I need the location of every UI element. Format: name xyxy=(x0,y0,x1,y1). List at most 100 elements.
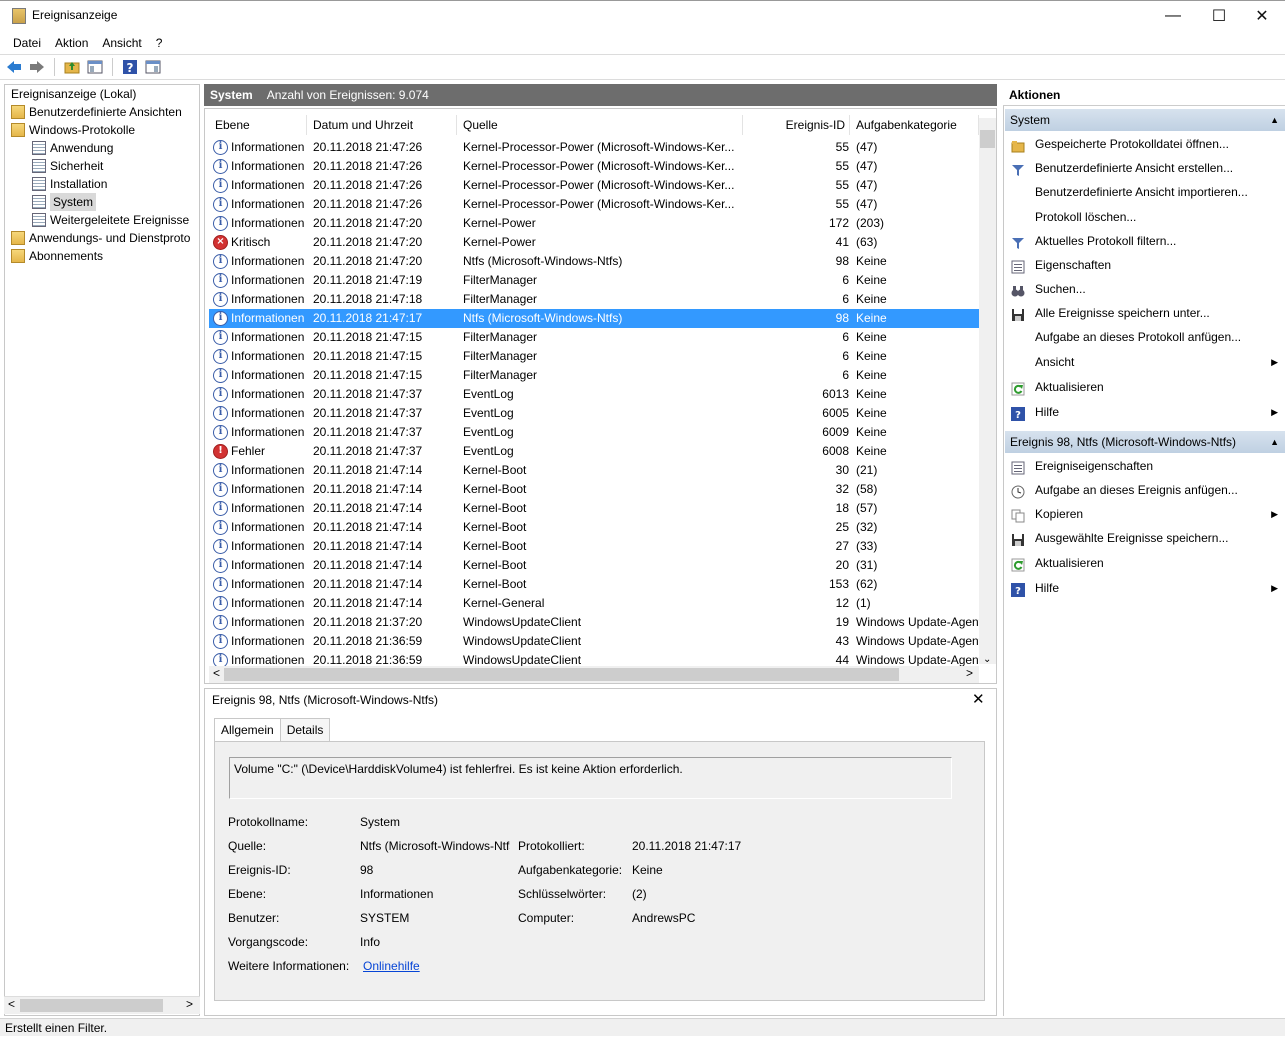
scroll-thumb[interactable] xyxy=(980,130,995,148)
table-row[interactable]: i Informationen 20.11.2018 21:47:14 Kernel-… xyxy=(209,537,979,556)
table-row[interactable]: i Informationen 20.11.2018 21:47:15 FilterM… xyxy=(209,328,979,347)
event-list-vertical-scrollbar[interactable]: ⌄ xyxy=(979,118,996,665)
scroll-left-icon[interactable]: < xyxy=(8,997,15,1011)
action-ereigniseigenschaften[interactable]: Ereigniseigenschaften xyxy=(1005,454,1285,478)
tree-item-root[interactable]: Ereignisanzeige (Lokal) xyxy=(11,85,136,103)
tree-horizontal-scrollbar[interactable]: < > xyxy=(4,996,200,1014)
column-ereignis-id[interactable]: Ereignis-ID xyxy=(743,115,850,135)
close-button[interactable]: ✕ xyxy=(1239,0,1285,32)
table-row[interactable]: i Informationen 20.11.2018 21:36:59 Windows… xyxy=(209,632,979,651)
action-alle-ereignisse-speichern-unter[interactable]: Alle Ereignisse speichern unter... xyxy=(1005,301,1285,325)
tree-item-anwendung[interactable]: Anwendung xyxy=(32,139,113,157)
scroll-thumb[interactable] xyxy=(20,999,163,1012)
table-row[interactable]: i Informationen 20.11.2018 21:47:14 Kernel-… xyxy=(209,480,979,499)
detail-close-icon[interactable]: ✕ xyxy=(972,690,985,708)
column-aufgabenkategorie[interactable]: Aufgabenkategorie xyxy=(850,115,979,135)
table-row[interactable]: i Informationen 20.11.2018 21:47:26 Kernel-… xyxy=(209,195,979,214)
actions-section-event[interactable]: Ereignis 98, Ntfs (Microsoft-Windows-Ntf… xyxy=(1005,431,1285,453)
value-quelle[interactable]: Ntfs (Microsoft-Windows-Ntfs) xyxy=(360,839,510,853)
action-hilfe[interactable]: ? Hilfe ▶ xyxy=(1005,400,1285,424)
action-aktualisieren[interactable]: Aktualisieren xyxy=(1005,375,1285,399)
column-quelle[interactable]: Quelle xyxy=(457,115,743,135)
value-ebene[interactable]: Informationen xyxy=(360,887,433,901)
value-benutzer[interactable]: SYSTEM xyxy=(360,911,409,925)
tree-item-subscriptions[interactable]: Abonnements xyxy=(11,247,103,265)
table-row[interactable]: i Informationen 20.11.2018 21:47:14 Kernel-… xyxy=(209,575,979,594)
table-row[interactable]: i Informationen 20.11.2018 21:37:20 Windows… xyxy=(209,613,979,632)
menu-aktion[interactable]: Aktion xyxy=(48,33,95,53)
tree-item-installation[interactable]: Installation xyxy=(32,175,107,193)
value-aufgabenkategorie[interactable]: Keine xyxy=(632,863,663,877)
tree-item-forwarded-events[interactable]: Weitergeleitete Ereignisse xyxy=(32,211,189,229)
table-row[interactable]: ! Fehler 20.11.2018 21:47:37 EventLog 6008 Ke… xyxy=(209,442,979,461)
tab-details[interactable]: Details xyxy=(279,718,331,742)
help-icon[interactable]: ? xyxy=(120,57,140,77)
table-row[interactable]: i Informationen 20.11.2018 21:47:14 Kernel-… xyxy=(209,518,979,537)
event-message[interactable]: Volume "C:" (\Device\HarddiskVolume4) is… xyxy=(229,757,952,799)
scroll-left-icon[interactable]: < xyxy=(213,666,220,680)
table-row[interactable]: i Informationen 20.11.2018 21:47:20 Kernel-… xyxy=(209,214,979,233)
onlinehilfe-link[interactable]: Onlinehilfe xyxy=(363,959,420,973)
forward-arrow-icon[interactable] xyxy=(27,57,47,77)
scroll-down-icon[interactable]: ⌄ xyxy=(983,654,991,665)
show-hide-tree-icon[interactable] xyxy=(85,57,105,77)
collapse-icon[interactable]: ▲ xyxy=(1270,431,1279,453)
menu-help[interactable]: ? xyxy=(149,33,170,53)
action-suchen[interactable]: Suchen... xyxy=(1005,277,1285,301)
tree-item-custom-views[interactable]: Benutzerdefinierte Ansichten xyxy=(11,103,182,121)
action-eigenschaften[interactable]: Eigenschaften xyxy=(1005,253,1285,277)
table-row[interactable]: i Informationen 20.11.2018 21:47:19 FilterM… xyxy=(209,271,979,290)
value-computer[interactable]: AndrewsPC xyxy=(632,911,695,925)
value-ereignis-id[interactable]: 98 xyxy=(360,863,373,877)
table-row[interactable]: i Informationen 20.11.2018 21:47:17 Ntfs (M… xyxy=(209,309,979,328)
action-ansicht[interactable]: Ansicht ▶ xyxy=(1005,350,1285,374)
actions-section-system[interactable]: System ▲ xyxy=(1005,109,1285,131)
table-row[interactable]: i Informationen 20.11.2018 21:47:26 Kernel-… xyxy=(209,138,979,157)
collapse-icon[interactable]: ▲ xyxy=(1270,109,1279,131)
table-row[interactable]: i Informationen 20.11.2018 21:47:15 FilterM… xyxy=(209,347,979,366)
tree-item-system[interactable]: System xyxy=(32,193,97,211)
folder-up-icon[interactable] xyxy=(62,57,82,77)
table-row[interactable]: i Informationen 20.11.2018 21:47:15 FilterM… xyxy=(209,366,979,385)
tree-item-windows-logs[interactable]: Windows-Protokolle xyxy=(11,121,135,139)
minimize-button[interactable]: — xyxy=(1150,0,1196,32)
tree-item-sicherheit[interactable]: Sicherheit xyxy=(32,157,103,175)
tree-item-app-service-logs[interactable]: Anwendungs- und Dienstproto xyxy=(11,229,190,247)
column-datum[interactable]: Datum und Uhrzeit xyxy=(307,115,457,135)
action-ausgewählte-ereignisse-speichern[interactable]: Ausgewählte Ereignisse speichern... xyxy=(1005,526,1285,550)
tab-allgemein[interactable]: Allgemein xyxy=(214,718,281,743)
table-row[interactable]: i Informationen 20.11.2018 21:47:37 EventLo… xyxy=(209,385,979,404)
value-schluesselwoerter[interactable]: (2) xyxy=(632,887,647,901)
action-aktuelles-protokoll-filtern[interactable]: Aktuelles Protokoll filtern... xyxy=(1005,229,1285,253)
show-hide-action-pane-icon[interactable] xyxy=(143,57,163,77)
table-row[interactable]: i Informationen 20.11.2018 21:47:14 Kernel-… xyxy=(209,594,979,613)
scroll-right-icon[interactable]: > xyxy=(186,997,193,1011)
table-row[interactable]: i Informationen 20.11.2018 21:47:37 EventLo… xyxy=(209,423,979,442)
table-row[interactable]: × Kritisch 20.11.2018 21:47:20 Kernel-Power… xyxy=(209,233,979,252)
action-aktualisieren[interactable]: Aktualisieren xyxy=(1005,551,1285,575)
action-benutzerdefinierte-ansicht-importieren[interactable]: Benutzerdefinierte Ansicht importieren..… xyxy=(1005,180,1285,204)
table-row[interactable]: i Informationen 20.11.2018 21:47:26 Kernel-… xyxy=(209,157,979,176)
action-hilfe[interactable]: ? Hilfe ▶ xyxy=(1005,576,1285,600)
back-arrow-icon[interactable] xyxy=(4,57,24,77)
scroll-right-icon[interactable]: > xyxy=(966,666,973,680)
table-row[interactable]: i Informationen 20.11.2018 21:47:37 EventLo… xyxy=(209,404,979,423)
action-benutzerdefinierte-ansicht-erstellen[interactable]: Benutzerdefinierte Ansicht erstellen... xyxy=(1005,156,1285,180)
column-ebene[interactable]: Ebene xyxy=(209,115,307,135)
action-protokoll-löschen[interactable]: Protokoll löschen... xyxy=(1005,205,1285,229)
table-row[interactable]: i Informationen 20.11.2018 21:47:14 Kernel-… xyxy=(209,556,979,575)
action-gespeicherte-protokolldatei-öffnen[interactable]: Gespeicherte Protokolldatei öffnen... xyxy=(1005,132,1285,156)
action-aufgabe-an-dieses-ereignis-anfügen[interactable]: Aufgabe an dieses Ereignis anfügen... xyxy=(1005,478,1285,502)
value-vorgangscode[interactable]: Info xyxy=(360,935,380,949)
scroll-thumb[interactable] xyxy=(224,668,899,681)
menu-ansicht[interactable]: Ansicht xyxy=(95,33,148,53)
maximize-button[interactable]: ☐ xyxy=(1196,0,1242,32)
table-row[interactable]: i Informationen 20.11.2018 21:47:26 Kernel-… xyxy=(209,176,979,195)
table-row[interactable]: i Informationen 20.11.2018 21:47:14 Kernel-… xyxy=(209,461,979,480)
menu-datei[interactable]: Datei xyxy=(6,33,48,53)
table-row[interactable]: i Informationen 20.11.2018 21:47:20 Ntfs (M… xyxy=(209,252,979,271)
action-kopieren[interactable]: Kopieren ▶ xyxy=(1005,502,1285,526)
table-row[interactable]: i Informationen 20.11.2018 21:47:18 FilterM… xyxy=(209,290,979,309)
table-row[interactable]: i Informationen 20.11.2018 21:47:14 Kernel-… xyxy=(209,499,979,518)
value-protokolliert[interactable]: 20.11.2018 21:47:17 xyxy=(632,839,741,853)
